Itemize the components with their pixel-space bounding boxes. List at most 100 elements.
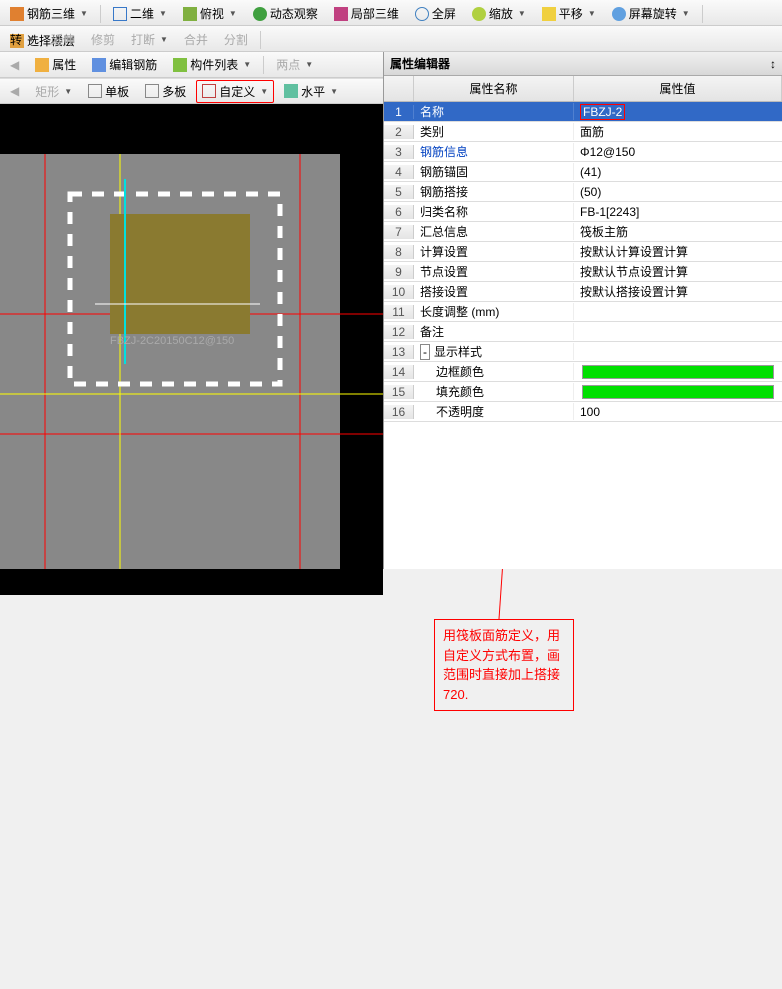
- row-index: 16: [384, 405, 414, 419]
- row-value[interactable]: 筏板主筋: [574, 223, 782, 240]
- zoom-button[interactable]: 缩放▼: [466, 2, 532, 25]
- row-name: 汇总信息: [414, 223, 574, 240]
- property-row[interactable]: 16不透明度100: [384, 402, 782, 422]
- row-index: 13: [384, 345, 414, 359]
- pan-button[interactable]: 平移▼: [536, 2, 602, 25]
- prev2-button: ◀: [4, 81, 25, 101]
- row-index: 7: [384, 225, 414, 239]
- merge-button: 合并: [178, 28, 214, 51]
- color-swatch[interactable]: [582, 365, 774, 379]
- property-panel-title-text: 属性编辑器: [390, 55, 450, 72]
- row-value[interactable]: 面筋: [574, 123, 782, 140]
- view-2d-button[interactable]: 二维▼: [107, 2, 173, 25]
- property-rows: 1名称FBZJ-22类别面筋3钢筋信息Φ12@1504钢筋锚固(41)5钢筋搭接…: [384, 102, 782, 569]
- canvas-toolbar-2: ◀ 矩形▼ 单板 多板 自定义▼ 水平▼: [0, 78, 383, 104]
- property-panel: 属性编辑器 ↕ 属性名称 属性值 1名称FBZJ-22类别面筋3钢筋信息Φ12@…: [383, 52, 782, 569]
- row-value[interactable]: 按默认节点设置计算: [574, 263, 782, 280]
- property-panel-close-icon[interactable]: ↕: [770, 57, 776, 71]
- row-name: -显示样式: [414, 343, 574, 360]
- property-row[interactable]: 14边框颜色: [384, 362, 782, 382]
- row-index: 6: [384, 205, 414, 219]
- dynamic-observe-button[interactable]: 动态观察: [247, 2, 324, 25]
- custom-button[interactable]: 自定义▼: [196, 80, 274, 103]
- component-list-button[interactable]: 构件列表▼: [167, 53, 257, 76]
- trim-button: 修剪: [85, 28, 121, 51]
- row-value[interactable]: FB-1[2243]: [574, 205, 782, 219]
- property-header: 属性名称 属性值: [384, 76, 782, 102]
- horizontal-button[interactable]: 水平▼: [278, 80, 344, 103]
- edit-rebar-button[interactable]: 编辑钢筋: [86, 53, 163, 76]
- annotation-box: 用筏板面筋定义，用自定义方式布置，画范围时直接加上搭接720.: [434, 619, 574, 711]
- property-row[interactable]: 10搭接设置按默认搭接设置计算: [384, 282, 782, 302]
- row-index: 11: [384, 305, 414, 319]
- single-board-button[interactable]: 单板: [82, 80, 135, 103]
- property-row[interactable]: 11长度调整 (mm): [384, 302, 782, 322]
- property-row[interactable]: 1名称FBZJ-2: [384, 102, 782, 122]
- property-header-name: 属性名称: [414, 76, 574, 101]
- attributes-button[interactable]: 属性: [29, 53, 82, 76]
- main-toolbar-1: 钢筋三维▼ 二维▼ 俯视▼ 动态观察 局部三维 全屏 缩放▼ 平移▼ 屏幕旋转▼…: [0, 0, 782, 26]
- row-name: 搭接设置: [414, 283, 574, 300]
- row-name: 计算设置: [414, 243, 574, 260]
- color-swatch[interactable]: [582, 385, 774, 399]
- row-index: 4: [384, 165, 414, 179]
- row-index: 5: [384, 185, 414, 199]
- property-row[interactable]: 5钢筋搭接(50): [384, 182, 782, 202]
- property-row[interactable]: 2类别面筋: [384, 122, 782, 142]
- local-3d-button[interactable]: 局部三维: [328, 2, 405, 25]
- property-row[interactable]: 7汇总信息筏板主筋: [384, 222, 782, 242]
- property-header-value: 属性值: [574, 76, 782, 101]
- property-row[interactable]: 15填充颜色: [384, 382, 782, 402]
- row-index: 9: [384, 265, 414, 279]
- extend-button: 延伸: [45, 28, 81, 51]
- prev-button: ◀: [4, 55, 25, 75]
- canvas-label: FBZJ-2C20150C12@150: [110, 335, 234, 347]
- row-name: 不透明度: [414, 403, 574, 420]
- drawing-canvas[interactable]: FBZJ-2C20150C12@150: [0, 104, 383, 595]
- row-index: 8: [384, 245, 414, 259]
- property-row[interactable]: 13-显示样式: [384, 342, 782, 362]
- row-index: 15: [384, 385, 414, 399]
- row-value[interactable]: (41): [574, 165, 782, 179]
- row-name: 钢筋搭接: [414, 183, 574, 200]
- perspective-button[interactable]: 俯视▼: [177, 2, 243, 25]
- row-value[interactable]: [574, 383, 782, 401]
- property-row[interactable]: 8计算设置按默认计算设置计算: [384, 242, 782, 262]
- split-button: 分割: [218, 28, 254, 51]
- row-name: 边框颜色: [414, 363, 574, 380]
- rect-button: 矩形▼: [29, 80, 78, 103]
- row-name: 归类名称: [414, 203, 574, 220]
- property-row[interactable]: 3钢筋信息Φ12@150: [384, 142, 782, 162]
- row-index: 12: [384, 325, 414, 339]
- row-name: 类别: [414, 123, 574, 140]
- property-panel-title: 属性编辑器 ↕: [384, 52, 782, 76]
- row-name: 节点设置: [414, 263, 574, 280]
- row-index: 2: [384, 125, 414, 139]
- row-value[interactable]: 100: [574, 405, 782, 419]
- rotate-button[interactable]: 转▼: [4, 28, 41, 51]
- property-row[interactable]: 12备注: [384, 322, 782, 342]
- main-toolbar-2: 转▼ 延伸 修剪 打断▼ 合并 分割: [0, 26, 782, 52]
- row-name: 名称: [414, 103, 574, 120]
- row-value[interactable]: Φ12@150: [574, 145, 782, 159]
- property-row[interactable]: 4钢筋锚固(41): [384, 162, 782, 182]
- row-value[interactable]: [574, 363, 782, 381]
- property-row[interactable]: 6归类名称FB-1[2243]: [384, 202, 782, 222]
- row-value[interactable]: 按默认搭接设置计算: [574, 283, 782, 300]
- row-name: 填充颜色: [414, 383, 574, 400]
- row-name: 钢筋锚固: [414, 163, 574, 180]
- rebar-3d-button[interactable]: 钢筋三维▼: [4, 2, 94, 25]
- row-value[interactable]: 按默认计算设置计算: [574, 243, 782, 260]
- multi-board-button[interactable]: 多板: [139, 80, 192, 103]
- row-index: 14: [384, 365, 414, 379]
- fullscreen-button[interactable]: 全屏: [409, 2, 462, 25]
- row-index: 10: [384, 285, 414, 299]
- row-value[interactable]: (50): [574, 185, 782, 199]
- row-name: 钢筋信息: [414, 143, 574, 160]
- screen-rotate-button[interactable]: 屏幕旋转▼: [606, 2, 696, 25]
- canvas-svg: FBZJ-2C20150C12@150: [0, 104, 383, 569]
- two-point-button: 两点▼: [270, 53, 319, 76]
- property-header-index: [384, 76, 414, 101]
- row-value[interactable]: FBZJ-2: [574, 105, 782, 119]
- property-row[interactable]: 9节点设置按默认节点设置计算: [384, 262, 782, 282]
